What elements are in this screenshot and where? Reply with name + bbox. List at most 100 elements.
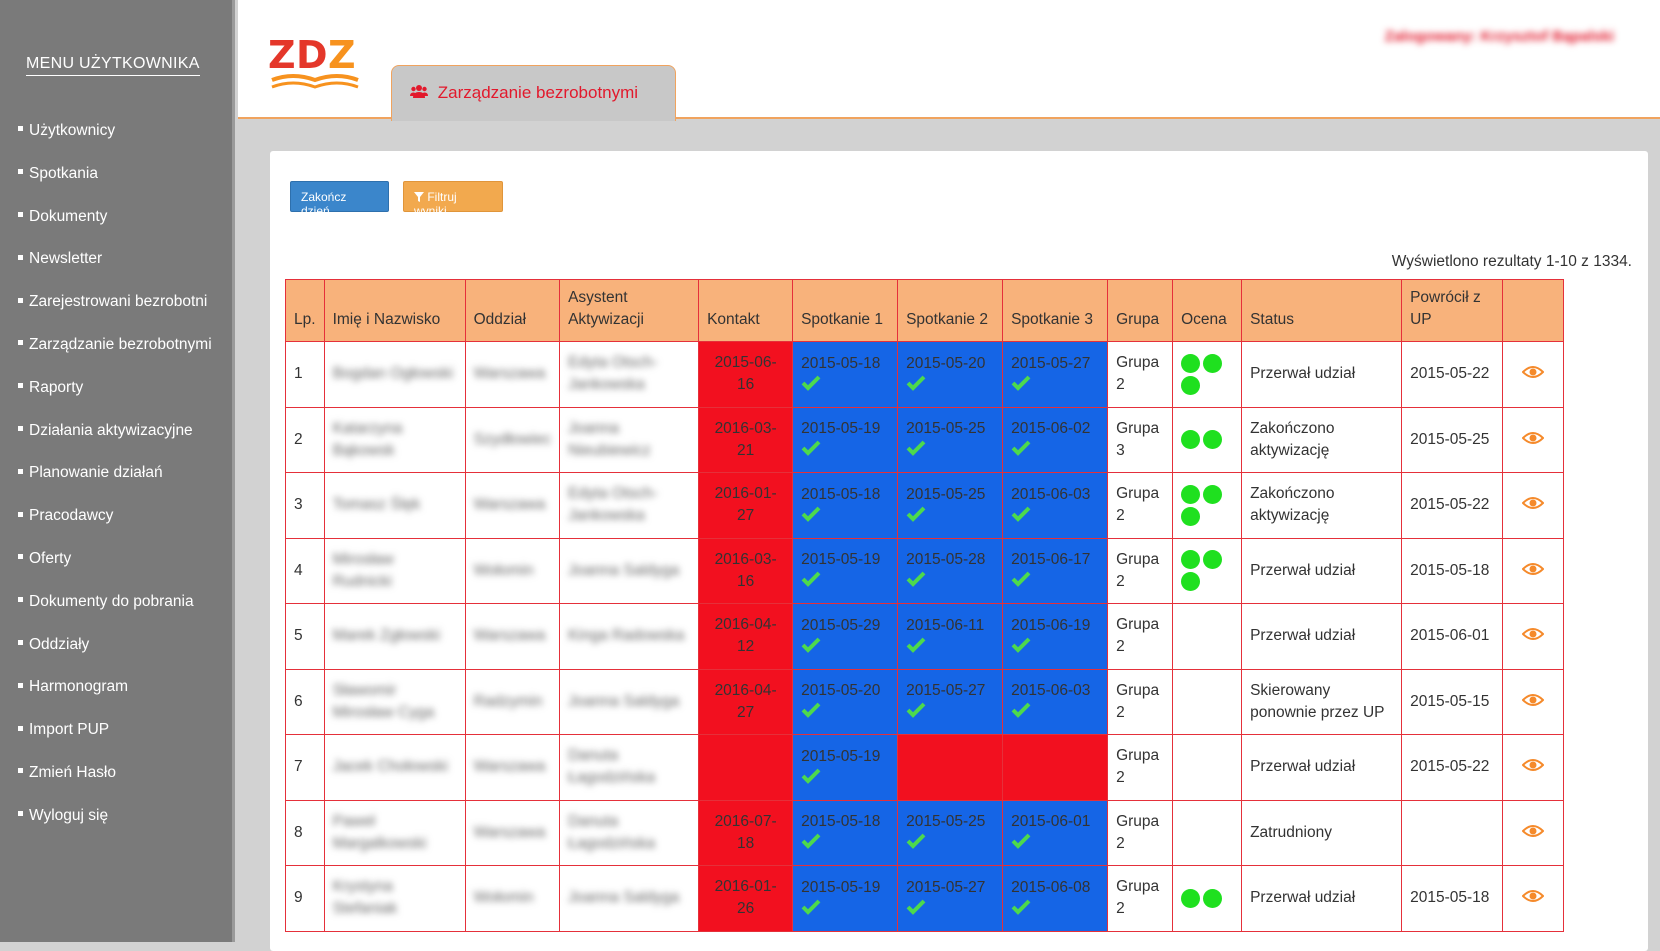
row-number-text: 9 — [294, 889, 303, 907]
rating-dots — [1172, 603, 1243, 670]
sidebar-item[interactable]: Działania aktywizacyjne — [18, 422, 212, 465]
status-text-text: Przerwał udział — [1250, 365, 1356, 383]
table-row[interactable]: 2 Katarzyna Bąkowsk Szydłowiec Joanna Nieub… — [285, 406, 1565, 473]
status-text-text: Przerwał udział — [1250, 561, 1356, 579]
status-text: Przerwał udział — [1241, 734, 1403, 801]
group-name: Grupa 2 — [1107, 603, 1174, 670]
column-header[interactable]: Oddział — [464, 279, 561, 342]
column-header[interactable]: Spotkanie 2 — [897, 279, 1004, 342]
status-text-text: Przerwał udział — [1250, 889, 1356, 907]
sidebar-item[interactable]: Dokumenty — [18, 208, 212, 251]
green-dot-icon — [1203, 888, 1223, 908]
sidebar-item[interactable]: Użytkownicy — [18, 122, 212, 165]
table-row[interactable]: 9 Krystyna Stefaniak Wołomin Joanna Saldyga… — [285, 865, 1565, 932]
person-name-text: Bogdan Ogłowski — [332, 365, 454, 383]
meeting-1: 2015-05-29 — [792, 603, 899, 670]
eye-icon[interactable] — [1521, 755, 1545, 777]
green-dot-icon — [1181, 506, 1201, 526]
branch-name: Szydłowiec — [464, 406, 561, 473]
branch-name-text: Wołomin — [473, 561, 534, 579]
sidebar-item-label: Oddziały — [29, 635, 90, 653]
sidebar-item[interactable]: Raporty — [18, 379, 212, 422]
sidebar-item[interactable]: Harmonogram — [18, 678, 212, 721]
main-panel: Zakończ dzień Filtruj wyniki Wyświetlono… — [270, 151, 1648, 951]
sidebar-item[interactable]: Dokumenty do pobrania — [18, 593, 212, 636]
column-header[interactable]: Powrócił z UP — [1401, 279, 1504, 342]
bullet-icon — [18, 297, 23, 303]
column-header[interactable]: Status — [1241, 279, 1403, 342]
column-header[interactable] — [1502, 279, 1565, 342]
check-icon — [801, 833, 889, 854]
sidebar-item-label: Harmonogram — [29, 678, 129, 696]
table-row[interactable]: 1 Bogdan Ogłowski Warszawa Edyta Otsch-Jank… — [285, 341, 1565, 408]
sidebar-item[interactable]: Zarządzanie bezrobotnymi — [18, 336, 212, 379]
meeting-3: 2015-06-08 — [1002, 865, 1109, 932]
column-header[interactable]: Lp. — [285, 279, 325, 342]
group-name-text: Grupa 2 — [1116, 485, 1160, 525]
zdz-logo: Z D Z — [268, 33, 368, 94]
eye-icon[interactable] — [1521, 821, 1545, 843]
column-header[interactable]: Ocena — [1172, 279, 1243, 342]
sidebar-item[interactable]: Import PUP — [18, 721, 212, 764]
meeting-date: 2015-05-28 — [906, 551, 986, 569]
table-row[interactable]: 4 Mirosław Rudnicki Wołomin Joanna Saldyga 2… — [285, 537, 1565, 604]
assistant-name-text: Edyta Otsch-Jankowska — [568, 354, 658, 394]
column-header[interactable]: Spotkanie 1 — [792, 279, 899, 342]
meeting-date: 2015-05-25 — [906, 813, 986, 831]
group-name: Grupa 2 — [1107, 668, 1174, 735]
returned-date-text: 2015-05-18 — [1410, 561, 1490, 579]
sidebar-item[interactable]: Zmień Hasło — [18, 764, 212, 807]
sidebar-item[interactable]: Oddziały — [18, 636, 212, 679]
branch-name: Warszawa — [464, 472, 561, 539]
sidebar-item[interactable]: Newsletter — [18, 250, 212, 293]
table-row[interactable]: 8 Paweł Margalkowski Warszawa Danuta Łagodz… — [285, 799, 1565, 866]
table-row[interactable]: 6 Sławomir Mirosław Cyga Radzymin Joanna Sa… — [285, 668, 1565, 735]
logo-z2: Z — [328, 34, 356, 77]
tab-zarzadzanie-bezrobotnymi[interactable]: Zarządzanie bezrobotnymi — [391, 65, 676, 121]
contact-date-text: 2016-01-26 — [714, 878, 777, 918]
eye-icon[interactable] — [1521, 886, 1545, 908]
table-row[interactable]: 3 Tomasz Ślęk Warszawa Edyta Otsch-Jankowsk… — [285, 472, 1565, 539]
column-header[interactable]: Imię i Nazwisko — [323, 279, 466, 342]
status-text: Przerwał udział — [1241, 537, 1403, 604]
sidebar-item[interactable]: Wyloguj się — [18, 807, 212, 850]
assistant-name: Joanna Saldyga — [559, 865, 700, 932]
view-cell — [1502, 472, 1565, 539]
check-icon — [801, 899, 889, 920]
column-header[interactable]: Grupa — [1107, 279, 1174, 342]
table-row[interactable]: 7 Jacek Chołowski Warszawa Danuta Łagodzińs… — [285, 734, 1565, 801]
eye-icon[interactable] — [1521, 493, 1545, 515]
sidebar-item-label: Zmień Hasło — [29, 763, 116, 781]
returned-date: 2015-05-22 — [1401, 472, 1504, 539]
eye-icon[interactable] — [1521, 559, 1545, 581]
meeting-date: 2015-05-25 — [906, 485, 986, 503]
assistant-name: Edyta Otsch-Jankowska — [559, 341, 700, 408]
rating-dots — [1172, 668, 1243, 735]
assistant-name-text: Danuta Łagodzińska — [568, 812, 656, 852]
sidebar-item[interactable]: Pracodawcy — [18, 507, 212, 550]
eye-icon[interactable] — [1521, 428, 1545, 450]
end-day-button[interactable]: Zakończ dzień — [290, 181, 389, 218]
column-header[interactable]: Spotkanie 3 — [1002, 279, 1109, 342]
eye-icon[interactable] — [1521, 624, 1545, 646]
meeting-date: 2015-05-25 — [906, 420, 986, 438]
sidebar-item[interactable]: Oferty — [18, 550, 212, 593]
sidebar-item[interactable]: Spotkania — [18, 165, 212, 208]
eye-icon[interactable] — [1521, 362, 1545, 384]
check-icon — [1011, 702, 1099, 723]
row-number: 8 — [285, 799, 325, 866]
filter-results-button[interactable]: Filtruj wyniki — [403, 181, 503, 218]
sidebar-item[interactable]: Zarejestrowani bezrobotni — [18, 293, 212, 336]
column-header[interactable]: Kontakt — [698, 279, 794, 342]
meeting-date: 2015-06-17 — [1011, 551, 1091, 569]
table-row[interactable]: 5 Marek Zgłowski Warszawa Kinga Radowska 201… — [285, 603, 1565, 670]
meeting-3: 2015-06-17 — [1002, 537, 1109, 604]
meeting-1: 2015-05-18 — [792, 472, 899, 539]
eye-icon[interactable] — [1521, 690, 1545, 712]
check-icon — [801, 702, 889, 723]
column-header[interactable]: Asystent Aktywizacji — [559, 279, 700, 342]
row-number-text: 7 — [294, 758, 303, 776]
check-icon — [906, 440, 994, 461]
meeting-date: 2015-05-18 — [801, 485, 881, 503]
sidebar-item[interactable]: Planowanie działań — [18, 464, 212, 507]
